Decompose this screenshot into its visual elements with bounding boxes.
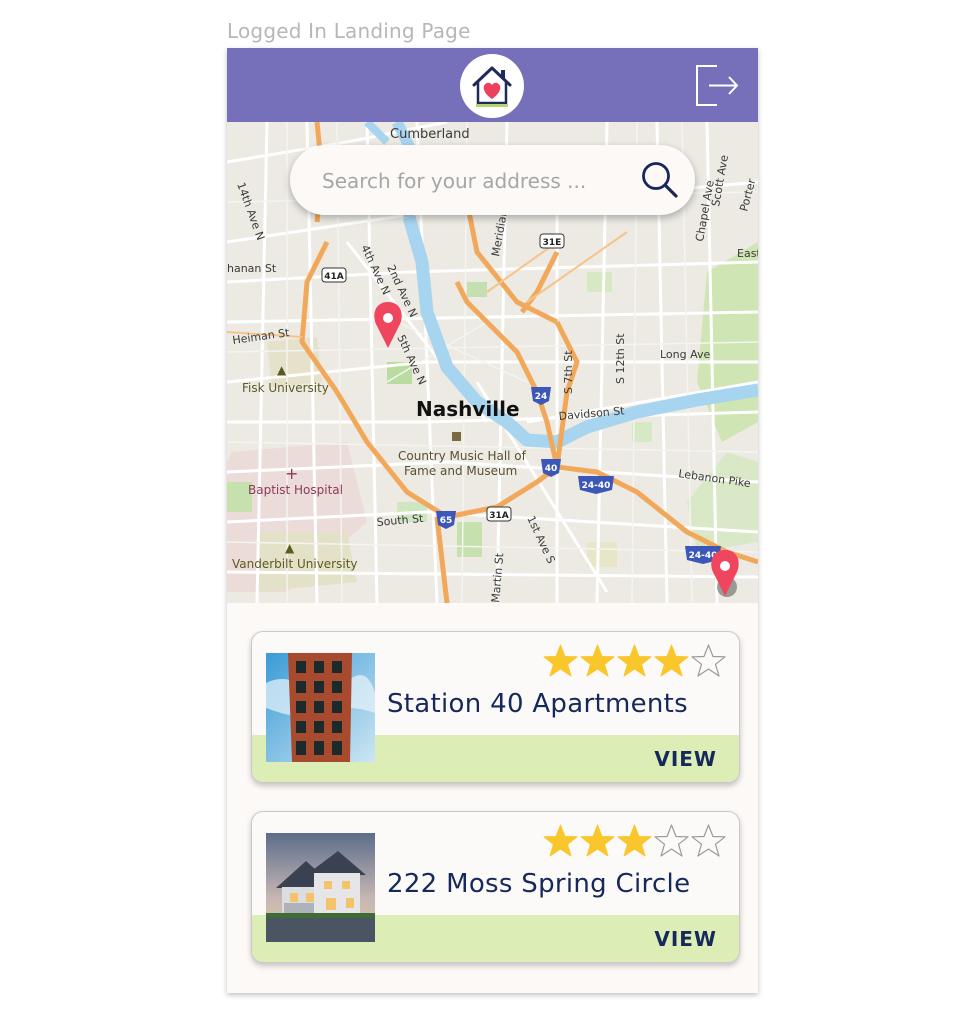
- map-label-vanderbilt: Vanderbilt University: [232, 557, 358, 571]
- shield-65: 65: [440, 516, 453, 526]
- map-label-baptist: Baptist Hospital: [248, 483, 343, 497]
- star-filled-icon: [543, 644, 578, 677]
- star-filled-icon: [617, 644, 652, 677]
- logout-icon[interactable]: [693, 61, 741, 109]
- shield-24: 24: [535, 392, 548, 402]
- shield-31a: 31A: [489, 511, 509, 521]
- app-screen: Cumberland Nashville Fisk University Bap…: [227, 48, 758, 993]
- map-label-s7th: S 7th St: [562, 350, 575, 394]
- rating-stars: [542, 643, 727, 679]
- star-filled-icon: [654, 644, 689, 677]
- frame-label: Logged In Landing Page: [227, 19, 471, 43]
- map-label-s12th: S 12th St: [614, 333, 627, 384]
- map-label-nashville: Nashville: [416, 397, 520, 421]
- svg-text:+: +: [285, 464, 298, 483]
- map-label-fisk: Fisk University: [242, 381, 329, 395]
- building-photo: [266, 653, 375, 762]
- star-empty-icon: [654, 824, 689, 857]
- shield-41a: 41A: [324, 272, 344, 282]
- star-empty-icon: [691, 644, 726, 677]
- map-label-hanan: hanan St: [227, 262, 277, 275]
- map-label-cumberland: Cumberland: [390, 127, 470, 142]
- house-photo: [266, 833, 375, 942]
- search-input[interactable]: [320, 163, 624, 199]
- star-filled-icon: [617, 824, 652, 857]
- listing-title[interactable]: Station 40 Apartments: [387, 689, 688, 719]
- house-heart-icon[interactable]: [460, 54, 524, 118]
- listing-card[interactable]: Station 40 Apartments VIEW: [251, 631, 740, 783]
- listing-card[interactable]: 222 Moss Spring Circle VIEW: [251, 811, 740, 963]
- search-icon[interactable]: [640, 160, 680, 200]
- shield-24-40: 24-40: [582, 481, 611, 491]
- svg-text:▲: ▲: [285, 541, 295, 555]
- view-button[interactable]: VIEW: [654, 927, 717, 951]
- star-filled-icon: [580, 644, 615, 677]
- search-bar: [290, 145, 695, 215]
- map-label-music-hall-1: Country Music Hall of: [398, 449, 527, 463]
- shield-31e: 31E: [543, 238, 562, 248]
- rating-stars: [542, 823, 727, 859]
- svg-text:▲: ▲: [277, 363, 287, 377]
- shield-40: 40: [545, 464, 558, 474]
- map-label-music-hall-2: Fame and Museum: [404, 464, 517, 478]
- star-filled-icon: [580, 824, 615, 857]
- map-label-long: Long Ave: [660, 348, 711, 361]
- star-empty-icon: [691, 824, 726, 857]
- star-filled-icon: [543, 824, 578, 857]
- listing-title[interactable]: 222 Moss Spring Circle: [387, 869, 690, 899]
- view-button[interactable]: VIEW: [654, 747, 717, 771]
- map-label-east: East: [737, 247, 758, 260]
- top-bar: [227, 48, 758, 122]
